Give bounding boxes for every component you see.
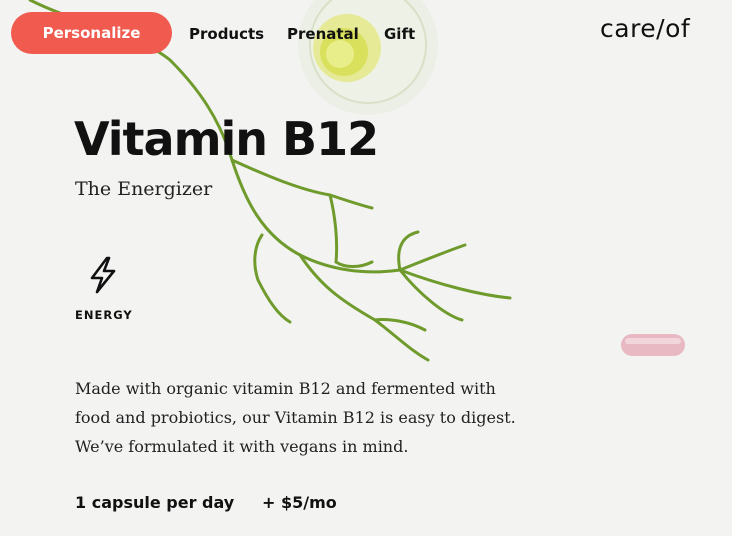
description-line: Made with organic vitamin B12 and fermen… [75, 379, 496, 398]
lightning-bolt-icon [90, 256, 116, 294]
description-line: food and probiotics, our Vitamin B12 is … [75, 408, 516, 427]
dosage-text: 1 capsule per day [75, 493, 235, 512]
product-description: Made with organic vitamin B12 and fermen… [75, 374, 535, 461]
top-navigation: Personalize [11, 12, 172, 54]
nav-link-prenatal[interactable]: Prenatal [287, 25, 359, 43]
product-title: Vitamin B12 [74, 112, 379, 166]
product-subtitle: The Energizer [75, 178, 213, 200]
benefit-label: ENERGY [75, 308, 133, 322]
price-text: + $5/mo [262, 493, 337, 512]
nav-link-products[interactable]: Products [189, 25, 264, 43]
description-line: We’ve formulated it with vegans in mind. [75, 437, 409, 456]
personalize-button[interactable]: Personalize [11, 12, 172, 54]
careof-logo[interactable]: care/of [600, 14, 690, 43]
nav-link-gift[interactable]: Gift [384, 25, 415, 43]
